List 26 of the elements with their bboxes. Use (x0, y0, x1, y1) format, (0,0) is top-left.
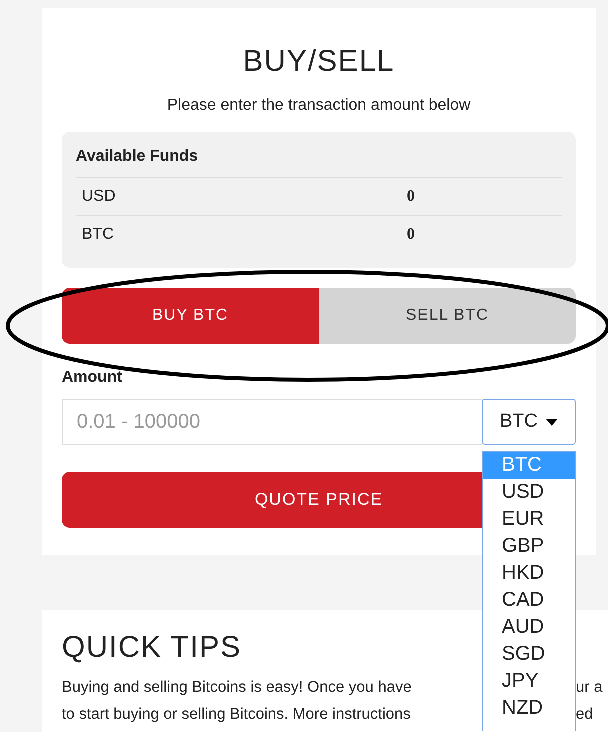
mode-tab[interactable]: SELL BTC (319, 288, 576, 344)
funds-heading: Available Funds (76, 148, 198, 165)
currency-option[interactable]: GBP (483, 533, 575, 560)
amount-label: Amount (62, 368, 124, 388)
tips-text: to start buying or selling Bitcoins. More instructions (62, 705, 411, 725)
currency-option[interactable]: NZD (483, 695, 575, 722)
currency-option[interactable]: SGD (483, 641, 575, 668)
section-title: QUICK TIPS (62, 630, 242, 666)
card-title: BUY/SELL (242, 44, 396, 80)
currency-option[interactable]: AUD (483, 614, 575, 641)
caret-icon (546, 418, 558, 426)
tips-text: ur a (576, 678, 603, 698)
funds-amount: 0 (407, 226, 415, 244)
currency-label: BTC (82, 226, 115, 244)
amount-field[interactable]: 0.01 - 100000 (62, 399, 482, 445)
currency-option[interactable]: HKD (483, 560, 575, 587)
tips-text: Buying and selling Bitcoins is easy! Once you have (62, 678, 412, 698)
mode-tab[interactable]: BUY BTC (62, 288, 319, 344)
subtitle: Please enter the transaction amount below (166, 96, 472, 116)
tips-text: ed (576, 705, 594, 725)
currency-option[interactable]: CAD (483, 587, 575, 614)
currency-label: USD (82, 188, 117, 206)
currency-select[interactable]: BTC (482, 399, 576, 445)
currency-option[interactable]: USD (483, 479, 575, 506)
funds-amount: 0 (407, 188, 415, 206)
currency-option[interactable]: JPY (483, 668, 575, 695)
